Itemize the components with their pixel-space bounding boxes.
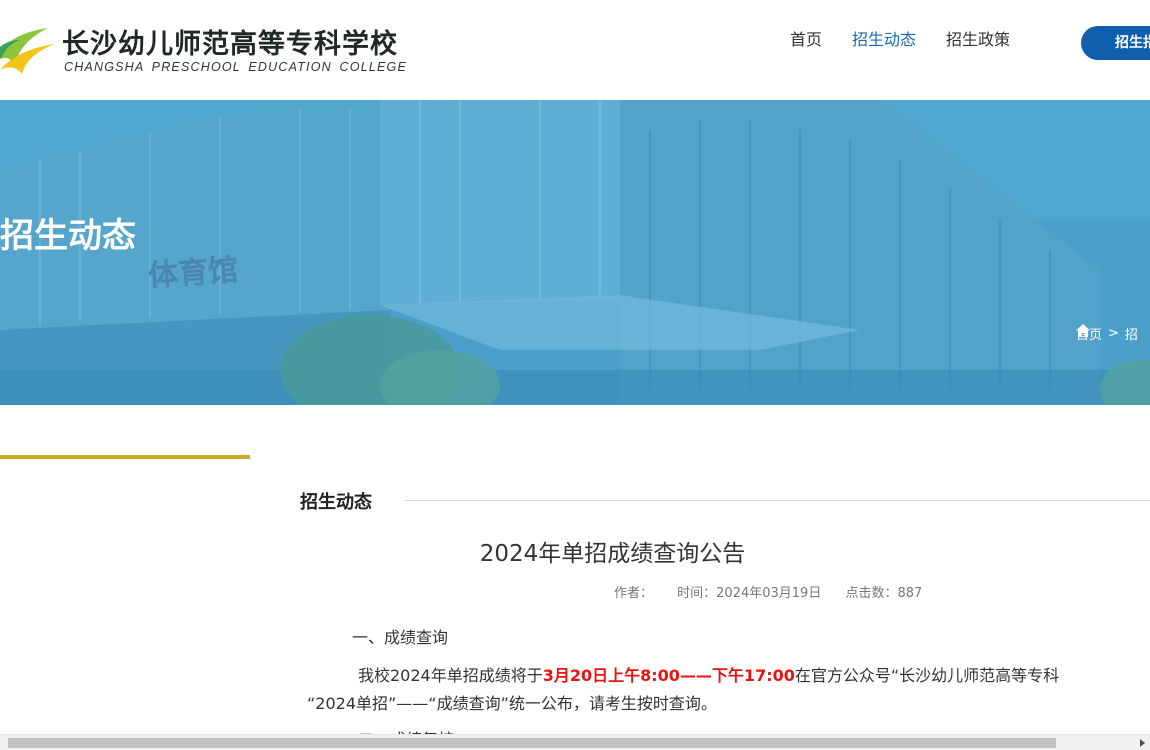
article-paragraph-2: “2024单招”——“成绩查询”统一公布，请考生按时查询。 bbox=[307, 694, 717, 713]
breadcrumb: 首页 > 招 bbox=[1076, 324, 1138, 343]
college-logo[interactable]: 长沙幼儿师范高等专科学校 CHANGSHA PRESCHOOL EDUCATIO… bbox=[0, 18, 406, 80]
banner-title: 招生动态 bbox=[0, 216, 136, 256]
horizontal-scrollbar[interactable] bbox=[0, 734, 1150, 750]
nav-item-admission-policy[interactable]: 招生政策 bbox=[946, 26, 1010, 50]
logo-swoosh-icon bbox=[0, 28, 54, 74]
article-date: 时间：2024年03月19日 bbox=[677, 586, 822, 601]
paragraph-text: 在官方公众号“长沙幼儿师范高等专科 bbox=[794, 666, 1060, 685]
admission-guide-button[interactable]: 招生指南 bbox=[1081, 26, 1150, 60]
article-heading-1: 一、成绩查询 bbox=[352, 628, 449, 647]
paragraph-highlight-time: 3月20日上午8:00——下午17:00 bbox=[542, 666, 795, 685]
section-title: 招生动态 bbox=[300, 492, 372, 513]
scroll-right-arrow-icon[interactable] bbox=[1140, 739, 1145, 747]
article-author: 作者： bbox=[614, 586, 654, 601]
building-sign: 体育馆 bbox=[147, 252, 240, 295]
logo-chinese-name: 长沙幼儿师范高等专科学校 bbox=[62, 29, 398, 60]
article-paragraph-1: 我校2024年单招成绩将于3月20日上午8:00——下午17:00在官方公众号“… bbox=[358, 662, 1059, 686]
article-title: 2024年单招成绩查询公告 bbox=[479, 541, 746, 567]
site-header: 长沙幼儿师范高等专科学校 CHANGSHA PRESCHOOL EDUCATIO… bbox=[0, 0, 1150, 100]
nav-item-home[interactable]: 首页 bbox=[790, 26, 822, 50]
scrollbar-thumb[interactable] bbox=[8, 738, 1056, 748]
paragraph-text: 我校2024年单招成绩将于 bbox=[358, 666, 543, 685]
article-views: 点击数：887 bbox=[845, 586, 923, 601]
article-meta: 作者： 时间：2024年03月19日 点击数：887 bbox=[614, 582, 942, 601]
logo-english-name: CHANGSHA PRESCHOOL EDUCATION COLLEGE bbox=[64, 60, 408, 74]
home-icon bbox=[1076, 324, 1090, 337]
nav-item-admission-news[interactable]: 招生动态 bbox=[852, 26, 916, 50]
sidebar-accent-bar bbox=[0, 455, 250, 459]
section-divider bbox=[405, 500, 1150, 501]
breadcrumb-current-link[interactable]: 招 bbox=[1125, 324, 1138, 343]
page-banner: 体育馆 招生动态 首页 > 招 bbox=[0, 100, 1150, 405]
main-nav: 首页 招生动态 招生政策 bbox=[790, 26, 1040, 50]
breadcrumb-separator: > bbox=[1108, 326, 1119, 341]
